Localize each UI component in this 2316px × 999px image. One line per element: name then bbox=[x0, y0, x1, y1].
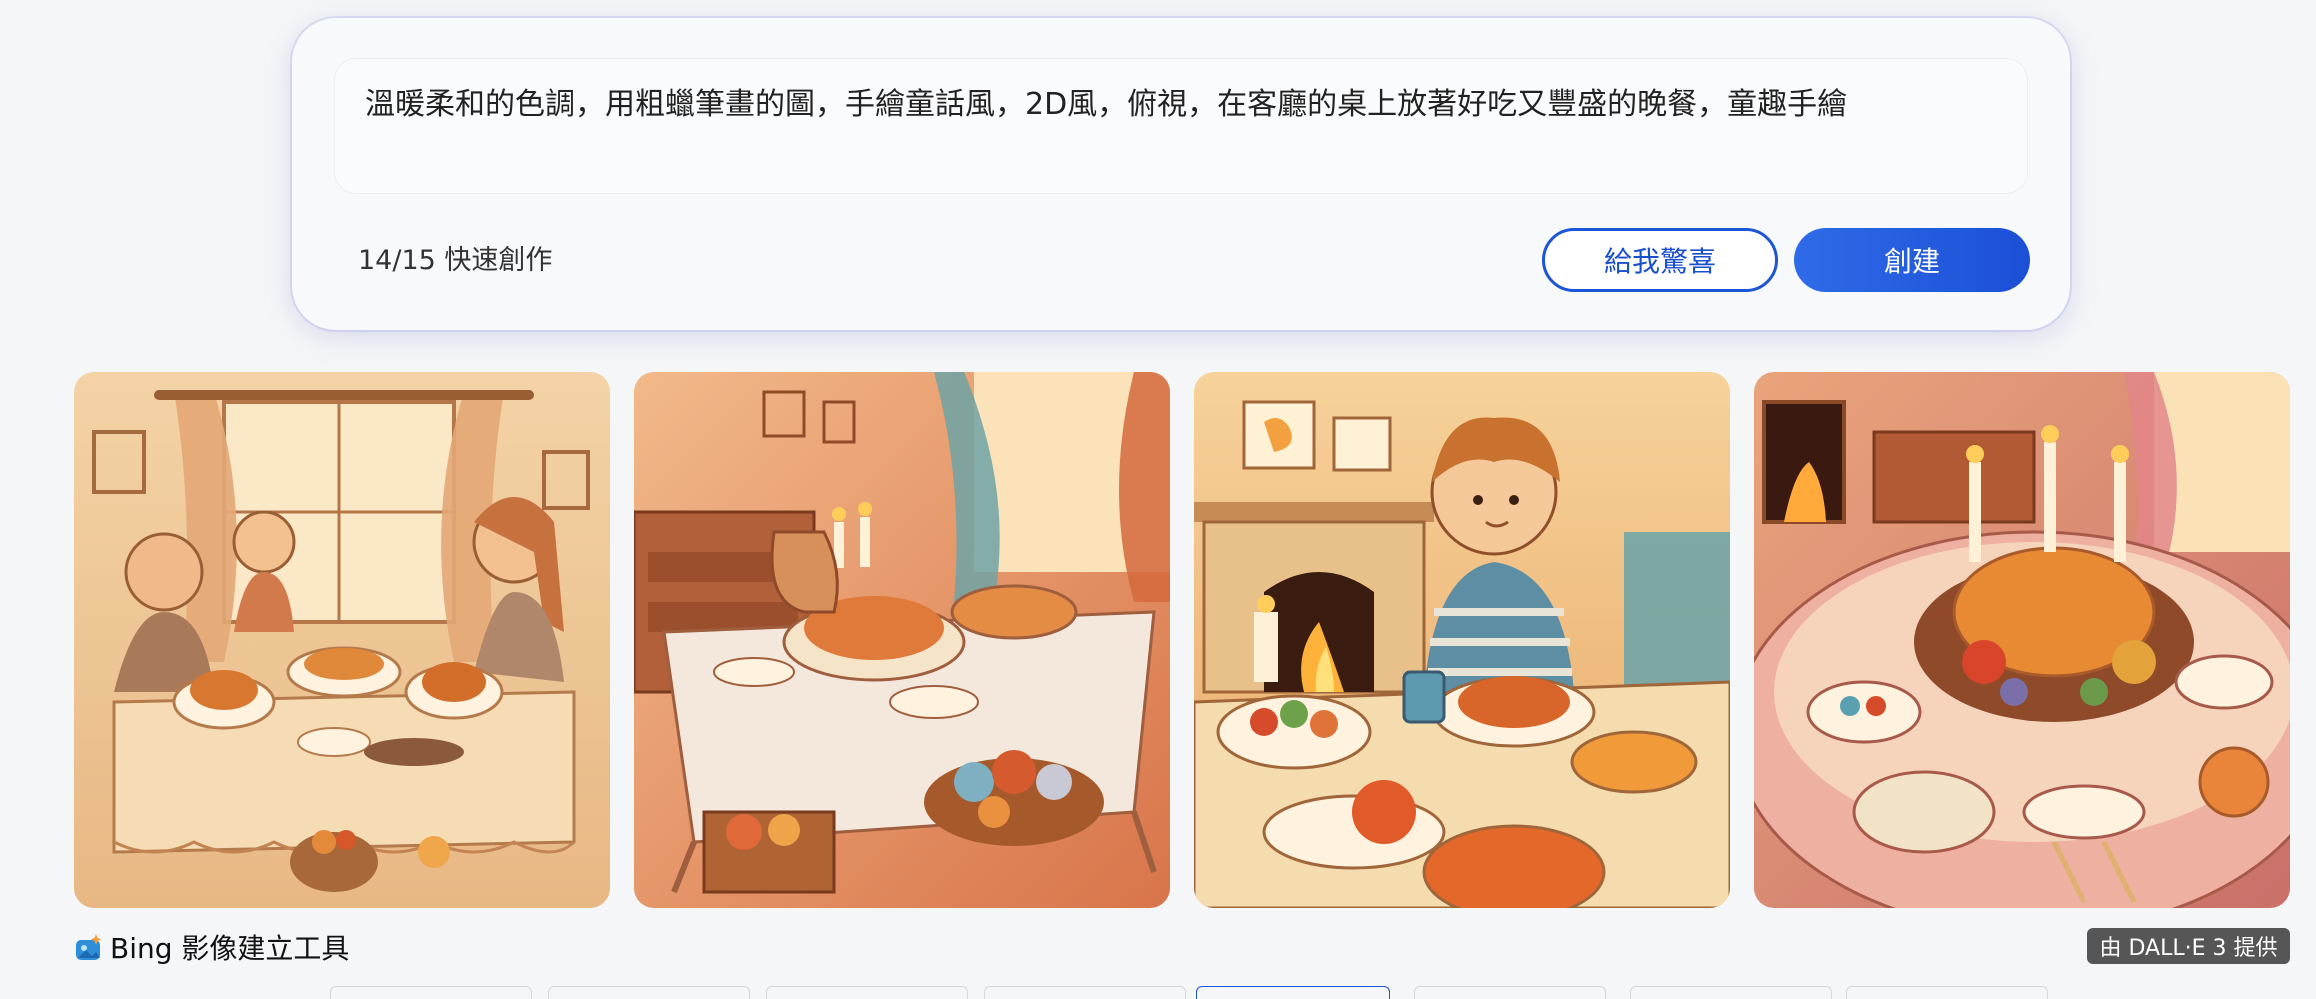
create-button[interactable]: 創建 bbox=[1794, 228, 2030, 292]
image-table-bread bbox=[634, 372, 1170, 908]
history-thumbnail[interactable] bbox=[766, 986, 968, 999]
brand-label: Bing 影像建立工具 bbox=[110, 932, 350, 965]
generated-image[interactable] bbox=[634, 372, 1170, 908]
bing-image-creator-brand[interactable]: Bing 影像建立工具 bbox=[74, 926, 349, 968]
history-thumbnail-selected[interactable] bbox=[1196, 986, 1390, 999]
prompt-card: 溫暖柔和的色調，用粗蠟筆畫的圖，手繪童話風，2D風，俯視，在客廳的桌上放著好吃又… bbox=[292, 18, 2070, 330]
prompt-input[interactable]: 溫暖柔和的色調，用粗蠟筆畫的圖，手繪童話風，2D風，俯視，在客廳的桌上放著好吃又… bbox=[334, 58, 2028, 194]
generated-image[interactable] bbox=[1194, 372, 1730, 908]
image-feast-table bbox=[1754, 372, 2290, 908]
history-thumbnail[interactable] bbox=[984, 986, 1186, 999]
history-thumbnail[interactable] bbox=[1414, 986, 1606, 999]
surprise-me-button[interactable]: 給我驚喜 bbox=[1542, 228, 1778, 292]
image-creator-icon bbox=[76, 934, 102, 960]
dalle-badge: 由 DALL·E 3 提供 bbox=[2087, 928, 2290, 964]
history-thumbnail[interactable] bbox=[548, 986, 750, 999]
image-boy-dinner bbox=[1194, 372, 1730, 908]
history-thumbnail[interactable] bbox=[1846, 986, 2048, 999]
history-thumbnail[interactable] bbox=[1630, 986, 1832, 999]
history-thumbnail[interactable] bbox=[330, 986, 532, 999]
boost-counter: 14/15 快速創作 bbox=[358, 245, 553, 276]
image-family-dinner bbox=[74, 372, 610, 908]
generated-image[interactable] bbox=[1754, 372, 2290, 908]
generated-image[interactable] bbox=[74, 372, 610, 908]
